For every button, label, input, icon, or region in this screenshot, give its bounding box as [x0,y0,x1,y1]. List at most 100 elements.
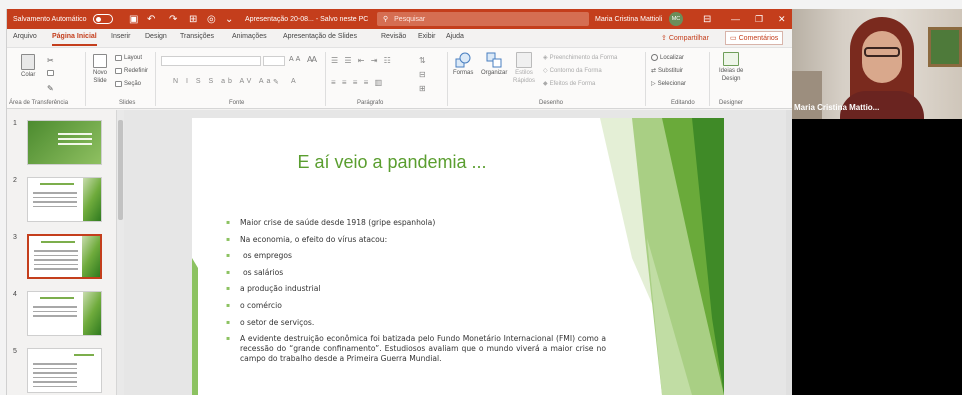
slide-number: 5 [13,348,17,355]
shape-effects-label: Efeitos de Forma [549,80,596,87]
divider [645,52,646,106]
slide-number: 4 [13,291,17,298]
arrange-button[interactable]: Organizar [481,52,507,76]
ribbon-display-icon[interactable]: ⊟ [703,9,711,29]
tab-design[interactable]: Design [145,33,167,40]
replace-button[interactable]: ⇄ Substituir [651,67,683,75]
slide-preview [27,291,102,336]
copy-icon[interactable] [47,70,54,76]
replace-icon: ⇄ [651,68,657,74]
layout-button[interactable]: Layout [115,55,142,61]
divider [447,52,448,106]
arrange-label: Organizar [481,70,508,76]
slide-canvas[interactable]: E aí veio a pandemia ... Maior crise de … [192,118,724,395]
tab-inserir[interactable]: Inserir [111,33,130,40]
reset-button[interactable]: Redefinir [115,68,148,74]
font-format-buttons[interactable]: N I S S ab AV Aa [173,78,273,85]
paste-button[interactable]: Colar [21,54,35,78]
comment-icon: ▭ [730,35,737,42]
new-slide-label-2: Slide [93,78,107,84]
shape-outline-button[interactable]: ◇ Contorno da Forma [543,67,602,75]
new-slide-label: Novo [93,70,108,76]
font-color-icon[interactable]: A [291,78,296,85]
undo-icon[interactable]: ↶ [147,9,155,29]
title-bar: Salvamento Automático ▣ ↶ ↷ ⊞ ◎ ⌄ Aprese… [7,9,792,29]
cut-icon[interactable]: ✂ [47,56,54,65]
styles-label: Estilos [515,70,533,76]
clear-format-icon[interactable]: Ꜳ [307,55,317,64]
slide-thumbnail[interactable]: 4 [7,289,117,341]
slide-thumbnail-selected[interactable]: 3 [7,232,117,284]
smartart-icon[interactable]: ⊞ [419,84,426,93]
clipboard-group-label: Área de Transferência [9,100,69,106]
tab-pagina-inicial[interactable]: Página Inicial [52,33,97,46]
slide-thumbnail[interactable]: 5 [7,346,117,395]
slide-thumbnail[interactable]: 1 [7,118,117,170]
design-ideas-button[interactable]: Ideias de Design [719,52,743,82]
bullet-item: Maior crise de saúde desde 1918 (gripe e… [226,218,606,228]
tab-arquivo[interactable]: Arquivo [13,33,37,40]
ribbon-tabs: Arquivo Página Inicial Inserir Design Tr… [7,29,792,47]
slide-number: 2 [13,177,17,184]
autosave-toggle[interactable] [93,14,113,24]
highlight-icon[interactable]: ✎ [273,78,279,86]
tab-apresentacao[interactable]: Apresentação de Slides [283,33,357,40]
search-icon: ⚲ [383,16,389,23]
tab-animacoes[interactable]: Animações [232,33,267,40]
new-slide-icon [93,54,107,68]
save-icon[interactable]: ▣ [129,9,138,29]
shapes-label: Formas [453,70,474,76]
layout-label: Layout [124,55,143,61]
slide-preview [27,177,102,222]
minimize-icon[interactable]: — [731,9,740,29]
select-button[interactable]: ▷ Selecionar [651,80,686,88]
shape-outline-label: Contorno da Forma [549,67,602,74]
align-buttons[interactable]: ≡ ≡ ≡ ≡ ▥ [331,78,384,87]
share-icon: ⇪ [661,35,667,42]
search-placeholder: Pesquisar [394,15,426,23]
tab-transicoes[interactable]: Transições [180,33,214,40]
slide-thumbnail[interactable]: 2 [7,175,117,227]
shape-effects-button[interactable]: ◆ Efeitos de Forma [543,80,596,88]
search-box[interactable]: ⚲ Pesquisar [377,12,589,26]
styles-label-2: Rápidos [513,78,536,84]
powerpoint-window: Salvamento Automático ▣ ↶ ↷ ⊞ ◎ ⌄ Aprese… [6,9,792,395]
user-name[interactable]: Maria Cristina Mattioli [595,9,662,29]
touch-mode-icon[interactable]: ◎ [207,9,216,29]
tab-revisao[interactable]: Revisão [381,33,406,40]
find-button[interactable]: Localizar [651,54,684,61]
font-size-field[interactable] [263,56,285,66]
align-text-icon[interactable]: ⊟ [419,70,426,79]
participant-video[interactable]: Maria Cristina Mattio... [792,9,962,119]
maximize-icon[interactable]: ❐ [755,9,763,29]
redo-icon[interactable]: ↷ [169,9,177,29]
tab-ajuda[interactable]: Ajuda [446,33,464,40]
text-direction-icon[interactable]: ⇅ [419,56,426,65]
customize-icon[interactable]: ⌄ [225,9,233,29]
font-name-field[interactable] [161,56,261,66]
share-button[interactable]: ⇪ Compartilhar [661,32,709,44]
participant-name: Maria Cristina Mattio... [794,103,880,112]
quick-styles-button[interactable]: Estilos Rápidos [513,52,535,84]
design-ideas-label-2: Design [721,76,741,82]
font-size-buttons[interactable]: A A [289,56,302,63]
bullet-item: os empregos [226,251,606,261]
format-painter-icon[interactable]: ✎ [47,84,54,93]
close-icon[interactable]: ✕ [778,9,786,29]
section-button[interactable]: Seção [115,81,141,87]
avatar[interactable]: MC [669,12,683,26]
shape-fill-button[interactable]: ◈ Preenchimento da Forma [543,54,617,62]
shapes-button[interactable]: Formas [453,52,473,76]
document-name[interactable]: Apresentação 20-08... - Salvo neste PC [245,9,368,29]
list-buttons[interactable]: ☰ ☰ ⇤ ⇥ ☷ [331,56,393,65]
tab-exibir[interactable]: Exibir [418,33,436,40]
divider [155,52,156,106]
layout-icon [115,55,122,61]
thumbnail-scrollbar[interactable] [117,110,124,395]
shapes-icon [455,52,471,68]
designer-group-label: Designer [719,100,744,106]
comments-button[interactable]: ▭ Comentários [725,31,784,45]
section-icon [115,81,122,87]
present-icon[interactable]: ⊞ [189,9,197,29]
new-slide-button[interactable]: Novo Slide [93,54,107,84]
